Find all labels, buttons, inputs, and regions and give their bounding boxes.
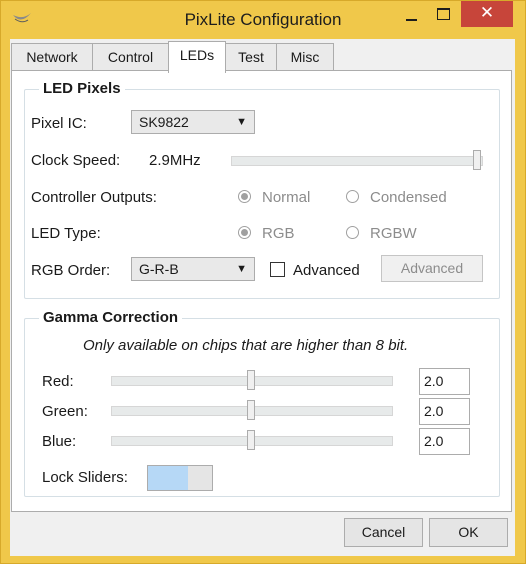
rgbw-radio[interactable] — [346, 226, 359, 239]
blue-gamma-input[interactable]: 2.0 — [419, 428, 470, 455]
pixel-ic-value: SK9822 — [139, 114, 189, 130]
advanced-checkbox[interactable] — [270, 262, 285, 277]
cancel-button[interactable]: Cancel — [344, 518, 423, 547]
red-gamma-input[interactable]: 2.0 — [419, 368, 470, 395]
red-slider-thumb[interactable] — [247, 370, 255, 390]
led-pixels-group: LED Pixels Pixel IC: SK9822 ▼ Clock Spee… — [24, 80, 500, 299]
gamma-correction-title: Gamma Correction — [39, 309, 183, 326]
tab-misc[interactable]: Misc — [276, 43, 334, 71]
client-area: Network Control LEDs Test Misc LED Pixel… — [10, 39, 515, 556]
leds-tab-panel: LED Pixels Pixel IC: SK9822 ▼ Clock Spee… — [11, 70, 512, 512]
ok-button[interactable]: OK — [429, 518, 508, 547]
maximize-button[interactable] — [429, 1, 459, 27]
pixel-ic-dropdown[interactable]: SK9822 ▼ — [131, 110, 255, 134]
condensed-radio[interactable] — [346, 190, 359, 203]
clock-speed-slider-thumb[interactable] — [473, 150, 481, 170]
tab-leds[interactable]: LEDs — [168, 41, 226, 73]
led-type-label: LED Type: — [31, 225, 101, 242]
clock-speed-label: Clock Speed: — [31, 152, 121, 169]
blue-slider-thumb[interactable] — [247, 430, 255, 450]
title-bar[interactable]: PixLite Configuration ✕ — [1, 1, 525, 39]
pixel-ic-label: Pixel IC: — [31, 115, 87, 132]
condensed-radio-label: Condensed — [370, 189, 447, 206]
chevron-down-icon: ▼ — [236, 263, 247, 275]
rgb-order-value: G-R-B — [139, 261, 179, 277]
lock-toggle-on-segment — [148, 466, 188, 490]
chevron-down-icon: ▼ — [236, 116, 247, 128]
rgb-radio[interactable] — [238, 226, 251, 239]
minimize-button[interactable] — [397, 1, 427, 27]
pixlite-config-window: PixLite Configuration ✕ Network Control … — [0, 0, 526, 564]
close-button[interactable]: ✕ — [461, 1, 513, 27]
rgb-order-dropdown[interactable]: G-R-B ▼ — [131, 257, 255, 281]
led-pixels-title: LED Pixels — [39, 80, 125, 97]
tab-control[interactable]: Control — [92, 43, 169, 71]
clock-speed-value: 2.9MHz — [149, 152, 201, 169]
rgbw-radio-label: RGBW — [370, 225, 417, 242]
advanced-button[interactable]: Advanced — [381, 255, 483, 282]
clock-speed-track[interactable] — [231, 156, 483, 166]
green-label: Green: — [42, 403, 88, 420]
rgb-order-label: RGB Order: — [31, 262, 111, 279]
normal-radio[interactable] — [238, 190, 251, 203]
tab-network[interactable]: Network — [11, 43, 93, 71]
close-icon: ✕ — [479, 3, 495, 22]
gamma-note: Only available on chips that are higher … — [83, 337, 409, 354]
advanced-checkbox-label: Advanced — [293, 262, 360, 279]
green-slider-thumb[interactable] — [247, 400, 255, 420]
green-gamma-input[interactable]: 2.0 — [419, 398, 470, 425]
lock-sliders-label: Lock Sliders: — [42, 469, 128, 486]
tab-test[interactable]: Test — [225, 43, 277, 71]
rgb-radio-label: RGB — [262, 225, 295, 242]
normal-radio-label: Normal — [262, 189, 311, 206]
red-label: Red: — [42, 373, 74, 390]
blue-label: Blue: — [42, 433, 77, 450]
gamma-correction-group: Gamma Correction Only available on chips… — [24, 309, 500, 497]
controller-outputs-label: Controller Outputs: — [31, 189, 157, 206]
lock-sliders-toggle[interactable] — [147, 465, 213, 491]
